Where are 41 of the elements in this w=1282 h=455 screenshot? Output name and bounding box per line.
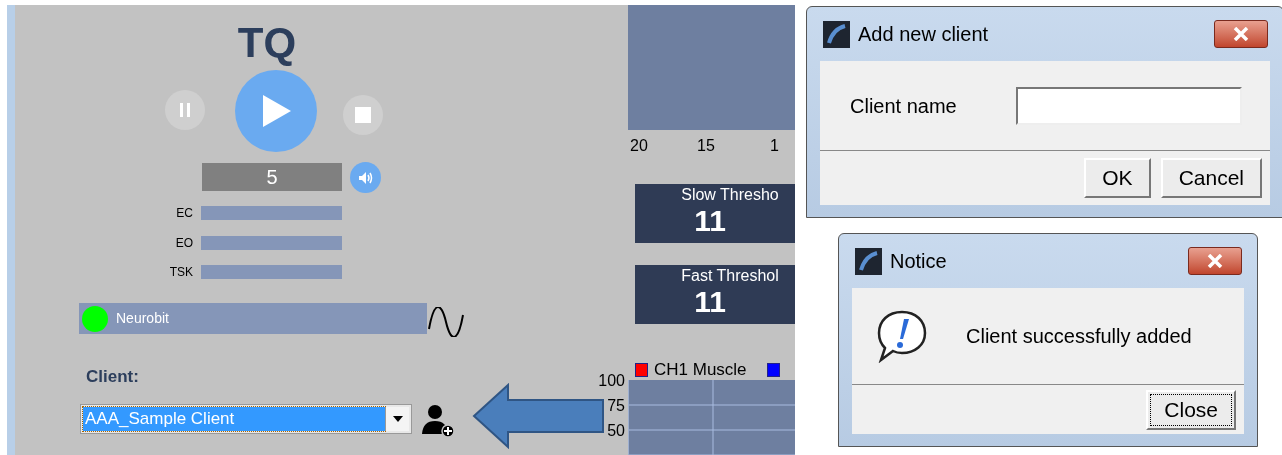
close-icon — [1233, 27, 1249, 41]
axis-label: 75 — [606, 397, 625, 415]
counter-display: 5 — [202, 163, 342, 191]
field-label: Client name — [850, 93, 957, 119]
threshold-value: 11 — [694, 286, 726, 318]
close-button[interactable] — [1188, 247, 1242, 275]
caret-icon — [392, 416, 403, 422]
stop-icon — [355, 107, 371, 123]
band-label: TSK — [168, 265, 193, 279]
speaker-icon — [357, 170, 374, 185]
threshold-label: Fast Threshol — [680, 266, 779, 286]
axis-label: 20 — [630, 136, 648, 156]
volume-button[interactable] — [350, 162, 381, 193]
device-name: Neurobit — [116, 309, 169, 328]
dropdown-value: AAA_Sample Client — [83, 407, 385, 431]
dialog-title: Notice — [890, 249, 948, 274]
add-user-icon[interactable] — [420, 404, 456, 438]
dialog-button[interactable]: Cancel — [1160, 158, 1262, 198]
band-label: EO — [174, 236, 193, 250]
threshold-value: 11 — [694, 205, 726, 237]
notice-message: Client successfully added — [966, 324, 1192, 349]
app-icon — [855, 247, 882, 275]
legend-label: CH1 Muscle — [654, 359, 747, 381]
app-icon — [823, 20, 850, 48]
axis-label: 50 — [606, 422, 625, 440]
close-icon — [1207, 254, 1223, 268]
band-label: EC — [175, 206, 193, 220]
client-name-input[interactable] — [1016, 86, 1242, 125]
pause-icon — [178, 102, 192, 118]
client-label: Client: — [86, 366, 139, 388]
axis-label: 15 — [697, 136, 715, 156]
axis-label: 100 — [597, 372, 625, 390]
dialog-button[interactable]: OK — [1084, 158, 1151, 198]
app-title: TQ — [236, 19, 298, 67]
dialog-title: Add new client — [858, 22, 990, 47]
threshold-label: Slow Thresho — [680, 185, 779, 205]
sine-wave-icon — [427, 307, 465, 337]
axis-label: 1 — [770, 136, 779, 156]
close-button[interactable] — [1214, 20, 1268, 48]
info-bubble-icon — [876, 309, 928, 363]
dialog-button[interactable]: Close — [1146, 389, 1236, 430]
